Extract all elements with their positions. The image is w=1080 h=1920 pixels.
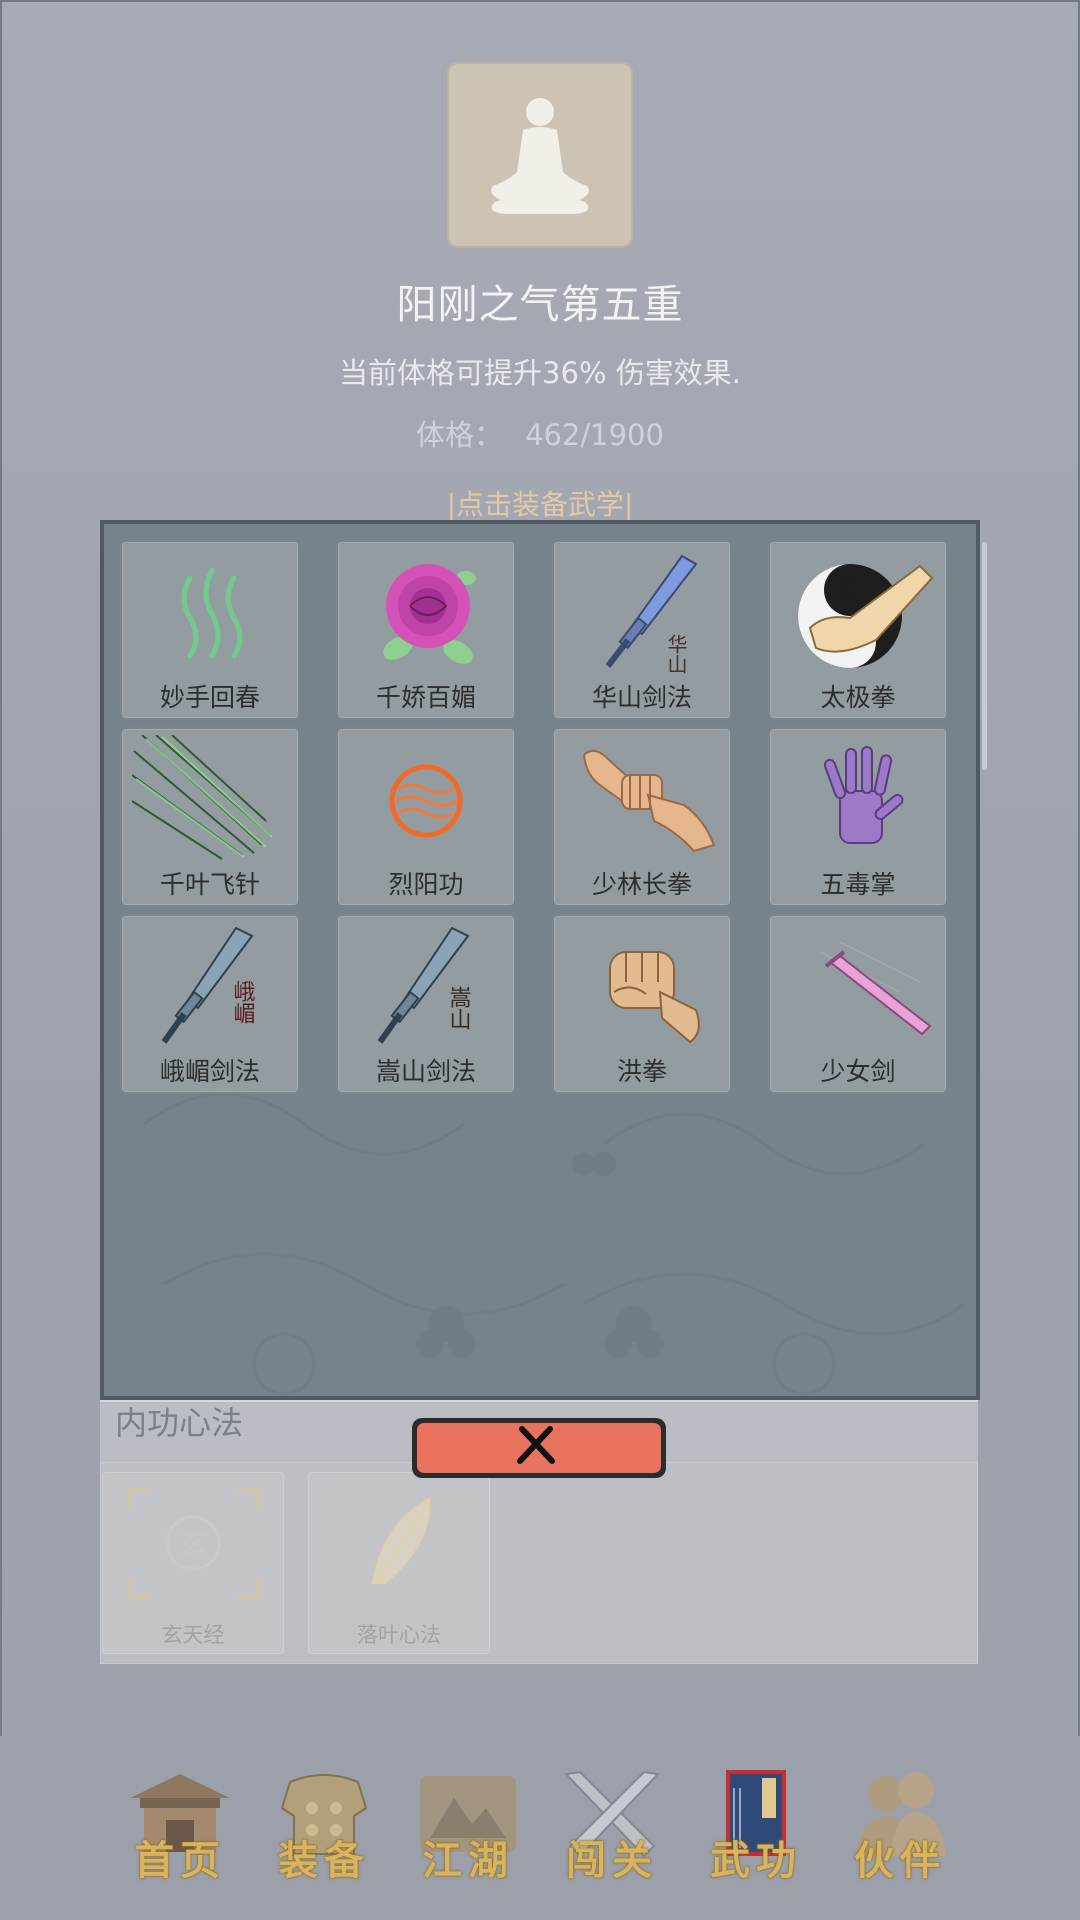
effect-description: 当前体格可提升36% 伤害效果. <box>339 356 741 390</box>
inner-arts-title: 内功心法 <box>115 1404 244 1442</box>
skill-name: 峨嵋剑法 <box>159 1057 260 1086</box>
skill-name: 五毒掌 <box>820 870 896 899</box>
sword-huashan-icon: 华山 <box>605 554 698 674</box>
nav-martial-arts[interactable]: 武功 <box>692 1768 820 1898</box>
skill-name: 洪拳 <box>616 1057 667 1086</box>
close-button[interactable] <box>412 1418 666 1478</box>
skill-name: 烈阳功 <box>388 870 464 899</box>
skill-card-taiji[interactable]: 太极拳 <box>768 540 948 720</box>
skill-name: 妙手回春 <box>159 683 260 712</box>
sword-songshan-icon: 嵩山 <box>377 926 471 1044</box>
svg-text:华山: 华山 <box>664 634 688 674</box>
skill-card-wudu[interactable]: 五毒掌 <box>768 727 948 907</box>
nav-label: 伙伴 <box>854 1837 946 1884</box>
leaf-icon <box>371 1497 431 1584</box>
sword-emei-icon: 峨嵋 <box>161 926 255 1044</box>
nav-label: 江湖 <box>422 1837 514 1884</box>
physique-value: 462/1900 <box>525 418 664 452</box>
skill-card-songshan[interactable]: 嵩山 嵩山剑法 <box>336 914 516 1094</box>
inner-art-name: 玄天经 <box>161 1623 225 1647</box>
skill-card-hongquan[interactable]: 洪拳 <box>552 914 732 1094</box>
poison-palm-icon <box>823 746 904 844</box>
nav-challenge[interactable]: 闯关 <box>548 1768 676 1898</box>
sun-orb-icon <box>389 764 463 838</box>
inner-art-card-luoye[interactable]: 落叶心法 <box>308 1472 490 1654</box>
skill-card-shaolin[interactable]: 少林长拳 <box>552 727 732 907</box>
skill-card-qianjiao[interactable]: 千娇百媚 <box>336 540 516 720</box>
nav-jianghu[interactable]: 江湖 <box>404 1768 532 1898</box>
nav-label: 装备 <box>278 1837 370 1884</box>
skill-name: 少林长拳 <box>591 870 692 899</box>
svg-text:峨嵋: 峨嵋 <box>230 980 255 1024</box>
skill-name: 嵩山剑法 <box>375 1057 476 1086</box>
svg-text:嵩山: 嵩山 <box>446 986 471 1030</box>
meditation-portrait <box>447 62 633 248</box>
taiji-fist-icon <box>798 564 934 668</box>
inner-art-name: 落叶心法 <box>357 1623 441 1647</box>
xuan-scroll-icon: 玄 <box>127 1487 259 1599</box>
skill-name: 太极拳 <box>820 683 896 712</box>
skill-card-shaonv[interactable]: 少女剑 <box>768 914 948 1094</box>
pink-sword-icon <box>819 941 932 1036</box>
skill-card-qianye[interactable]: 千叶飞针 <box>120 727 300 907</box>
close-icon <box>517 1426 555 1464</box>
nav-label: 武功 <box>710 1837 802 1884</box>
equip-hint[interactable]: |点击装备武学| <box>0 483 1080 523</box>
rose-icon <box>383 564 476 664</box>
nav-label: 闯关 <box>566 1837 658 1884</box>
skill-card-huashan[interactable]: 华山 华山剑法 <box>552 540 732 720</box>
skill-name: 千叶飞针 <box>159 870 260 899</box>
skill-name: 华山剑法 <box>591 683 692 712</box>
fist-icon <box>609 951 700 1044</box>
physique-stat: 体格： 462/1900 <box>0 412 1080 454</box>
skill-list-scrollbar[interactable] <box>982 542 987 770</box>
nav-home[interactable]: 首页 <box>116 1768 244 1898</box>
nav-label: 首页 <box>134 1837 226 1884</box>
physique-label: 体格： <box>416 418 504 452</box>
green-wisps-icon <box>181 567 243 659</box>
shaolin-fists-icon <box>582 749 716 853</box>
skill-name: 千娇百媚 <box>375 683 476 712</box>
skill-card-lieyang[interactable]: 烈阳功 <box>336 727 516 907</box>
skill-card-emei[interactable]: 峨嵋 峨嵋剑法 <box>120 914 300 1094</box>
meditation-icon <box>491 98 589 214</box>
skill-name: 少女剑 <box>820 1057 896 1086</box>
skill-card-miaoshou[interactable]: 妙手回春 <box>120 540 300 720</box>
flying-needles-icon <box>132 735 273 860</box>
inner-art-card-xuantian[interactable]: 玄 玄天经 <box>102 1472 284 1654</box>
cultivation-title: 阳刚之气第五重 <box>396 282 684 328</box>
nav-equipment[interactable]: 装备 <box>260 1768 388 1898</box>
nav-companions[interactable]: 伙伴 <box>836 1768 964 1898</box>
svg-text:玄: 玄 <box>179 1527 207 1560</box>
